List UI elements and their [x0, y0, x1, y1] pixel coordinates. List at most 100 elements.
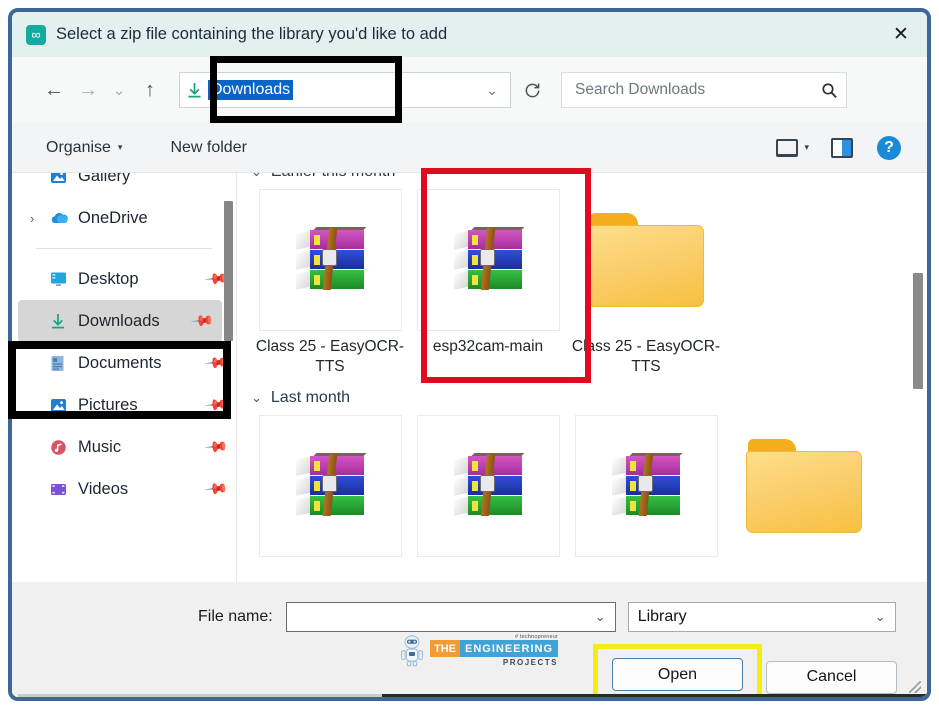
list-item-label: esp32cam-main [413, 337, 563, 357]
cancel-button[interactable]: Cancel [766, 661, 897, 694]
pin-icon[interactable]: 📌 [204, 434, 230, 460]
chevron-down-icon: ⌄ [251, 390, 262, 406]
new-folder-label: New folder [170, 139, 246, 157]
list-item[interactable]: esp32cam-main [409, 189, 567, 383]
pictures-icon [50, 397, 76, 414]
sidebar-item-gallery[interactable]: Gallery [12, 173, 236, 197]
group-header-last-month[interactable]: ⌄ Last month [237, 383, 927, 415]
horizontal-scrollbar[interactable] [18, 694, 927, 697]
music-icon [50, 439, 76, 456]
zip-file-icon [296, 230, 364, 290]
file-name-input[interactable] [294, 609, 595, 626]
group-header-label: Earlier this month [271, 173, 396, 181]
layout-view-icon[interactable] [776, 139, 798, 157]
gallery-icon [50, 173, 76, 185]
resize-grip[interactable] [909, 681, 921, 693]
zip-file-icon [612, 456, 680, 516]
recent-locations-chevron-down-icon[interactable]: ⌄ [105, 73, 133, 107]
folder-icon [588, 213, 704, 307]
list-item[interactable]: Class 25 - EasyOCR-TTS [567, 189, 725, 383]
sidebar-item-label: Gallery [78, 173, 130, 186]
file-list-scrollbar-thumb[interactable] [913, 273, 923, 389]
pin-icon[interactable]: 📌 [204, 476, 230, 502]
arduino-infinity-icon: ∞ [26, 25, 46, 45]
list-item[interactable] [251, 415, 409, 569]
title-bar: ∞ Select a zip file containing the libra… [12, 12, 927, 57]
search-icon[interactable] [812, 82, 846, 99]
address-bar-value: Downloads [208, 80, 293, 100]
command-toolbar: Organise ▾ New folder ▾ ? [12, 123, 927, 173]
sidebar-item-desktop[interactable]: Desktop 📌 [12, 258, 236, 300]
list-item[interactable] [409, 415, 567, 569]
list-item-label: Class 25 - EasyOCR-TTS [571, 337, 721, 377]
sidebar-item-label: OneDrive [78, 209, 148, 228]
file-type-filter-combobox[interactable]: Library ⌄ [628, 602, 896, 632]
sidebar-item-music[interactable]: Music 📌 [12, 426, 236, 468]
pin-icon[interactable]: 📌 [190, 308, 216, 334]
sidebar-item-downloads[interactable]: Downloads 📌 [18, 300, 222, 342]
file-list-pane: ⌄ Earlier this month [237, 173, 927, 582]
help-button[interactable]: ? [877, 136, 901, 160]
sidebar-scrollbar-thumb[interactable] [224, 201, 233, 341]
pin-icon[interactable]: 📌 [204, 392, 230, 418]
file-type-chevron-down-icon[interactable]: ⌄ [875, 609, 886, 625]
list-item[interactable]: Class 25 - EasyOCR-TTS [251, 189, 409, 383]
group-header-label: Last month [271, 389, 350, 407]
watermark-projects: PROJECTS [503, 658, 558, 667]
sidebar-item-label: Desktop [78, 270, 139, 289]
window-title: Select a zip file containing the library… [56, 25, 447, 44]
navigation-bar: ← → ⌄ ↑ Downloads ⌄ [12, 57, 927, 123]
close-icon[interactable]: ✕ [875, 12, 927, 57]
list-item[interactable] [725, 415, 883, 569]
list-item-label: Class 25 - EasyOCR-TTS [255, 337, 405, 377]
refresh-icon[interactable] [511, 72, 553, 108]
sidebar-divider [36, 248, 212, 249]
pin-icon[interactable]: 📌 [204, 350, 230, 376]
up-button[interactable]: ↑ [133, 73, 167, 107]
sidebar-item-label: Documents [78, 354, 161, 373]
sidebar-item-label: Downloads [78, 312, 160, 331]
zip-file-icon [296, 456, 364, 516]
open-button-annotation: Open [593, 644, 762, 697]
file-name-combobox[interactable]: ⌄ [286, 602, 616, 632]
sidebar-item-label: Videos [78, 480, 128, 499]
open-button[interactable]: Open [612, 658, 743, 691]
file-dialog-window: ∞ Select a zip file containing the libra… [8, 8, 931, 701]
zip-file-icon [454, 456, 522, 516]
organise-button[interactable]: Organise ▾ [46, 139, 122, 157]
desktop-icon [50, 271, 76, 287]
search-input[interactable] [575, 81, 812, 99]
onedrive-icon [50, 211, 76, 225]
sidebar-item-videos[interactable]: Videos 📌 [12, 468, 236, 510]
watermark-logo: # technopreneur THE ENGINEERING PROJECTS [398, 634, 558, 667]
watermark-engineering: ENGINEERING [460, 640, 558, 657]
sidebar-item-documents[interactable]: Documents 📌 [12, 342, 236, 384]
horizontal-scrollbar-thumb[interactable] [18, 694, 382, 697]
expand-chevron-right-icon[interactable]: › [30, 211, 50, 226]
new-folder-button[interactable]: New folder [170, 139, 246, 157]
sidebar-item-pictures[interactable]: Pictures 📌 [12, 384, 236, 426]
list-item[interactable] [567, 415, 725, 569]
preview-pane-icon[interactable] [831, 138, 853, 158]
file-name-chevron-down-icon[interactable]: ⌄ [595, 609, 606, 625]
group-header-earlier-this-month[interactable]: ⌄ Earlier this month [237, 173, 927, 189]
robot-icon [398, 635, 426, 667]
back-button[interactable]: ← [37, 73, 71, 107]
search-box[interactable] [561, 72, 847, 108]
documents-icon [50, 355, 76, 372]
watermark-the: THE [430, 640, 460, 657]
address-chevron-down-icon[interactable]: ⌄ [486, 82, 498, 99]
file-name-label: File name: [198, 608, 273, 626]
download-arrow-icon [180, 82, 208, 99]
sidebar-item-onedrive[interactable]: › OneDrive [12, 197, 236, 239]
zip-file-icon [454, 230, 522, 290]
address-bar[interactable]: Downloads ⌄ [179, 72, 511, 108]
view-chevron-down-icon[interactable]: ▾ [804, 142, 809, 153]
navigation-sidebar: Gallery › OneDrive [12, 173, 236, 582]
organise-label: Organise [46, 139, 111, 157]
file-type-filter-value: Library [638, 608, 687, 626]
download-arrow-icon [50, 313, 76, 330]
chevron-down-icon: ▾ [118, 142, 123, 153]
sidebar-item-label: Pictures [78, 396, 138, 415]
forward-button[interactable]: → [71, 73, 105, 107]
